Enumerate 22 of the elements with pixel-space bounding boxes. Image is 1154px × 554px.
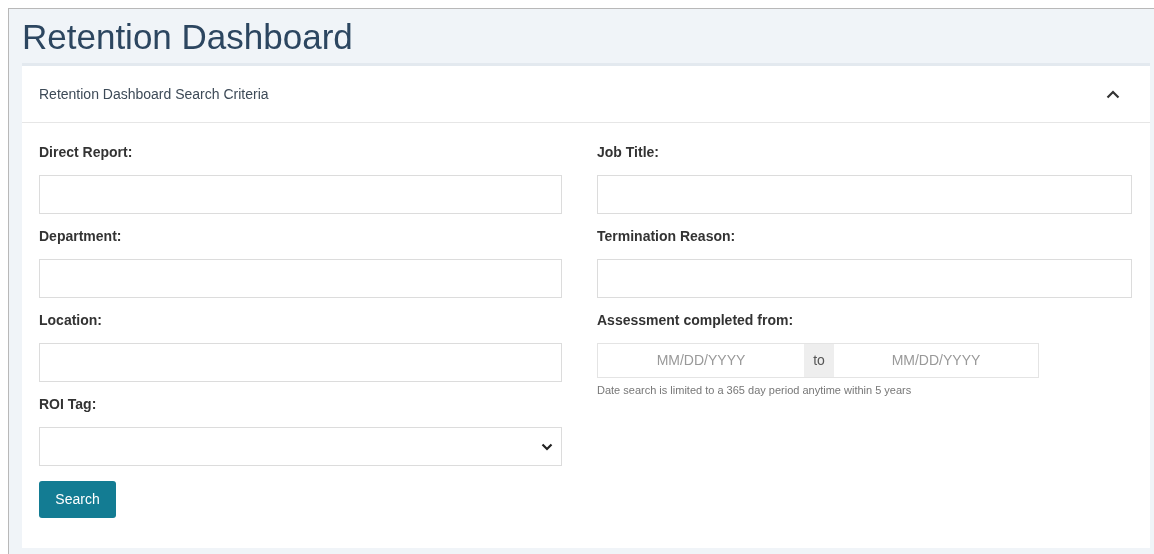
field-label: ROI Tag: (39, 395, 98, 414)
chevron-up-icon (1106, 89, 1120, 99)
date-input[interactable]: MM/DD/YYYY (834, 343, 1039, 378)
page-title: Retention Dashboard (22, 16, 354, 58)
dropdown-field[interactable] (39, 427, 562, 466)
panel-title: Retention Dashboard Search Criteria (39, 84, 269, 104)
chevron-down-icon (541, 442, 553, 451)
date-input[interactable]: MM/DD/YYYY (597, 343, 804, 378)
field-label: Location: (39, 311, 103, 330)
field-label: Job Title: (597, 143, 660, 162)
field-label: Direct Report: (39, 143, 134, 162)
input-field[interactable] (597, 175, 1132, 214)
input-field[interactable] (39, 175, 562, 214)
field-label: Department: (39, 227, 123, 246)
input-field[interactable] (39, 343, 562, 382)
field-label: Assessment completed from: (597, 311, 795, 330)
input-field[interactable] (597, 259, 1132, 298)
search-button[interactable]: Search (39, 481, 116, 518)
input-field[interactable] (39, 259, 562, 298)
date-separator: to (804, 343, 834, 378)
help-text: Date search is limited to a 365 day period anytime within 5 years (597, 383, 913, 398)
field-label: Termination Reason: (597, 227, 737, 246)
